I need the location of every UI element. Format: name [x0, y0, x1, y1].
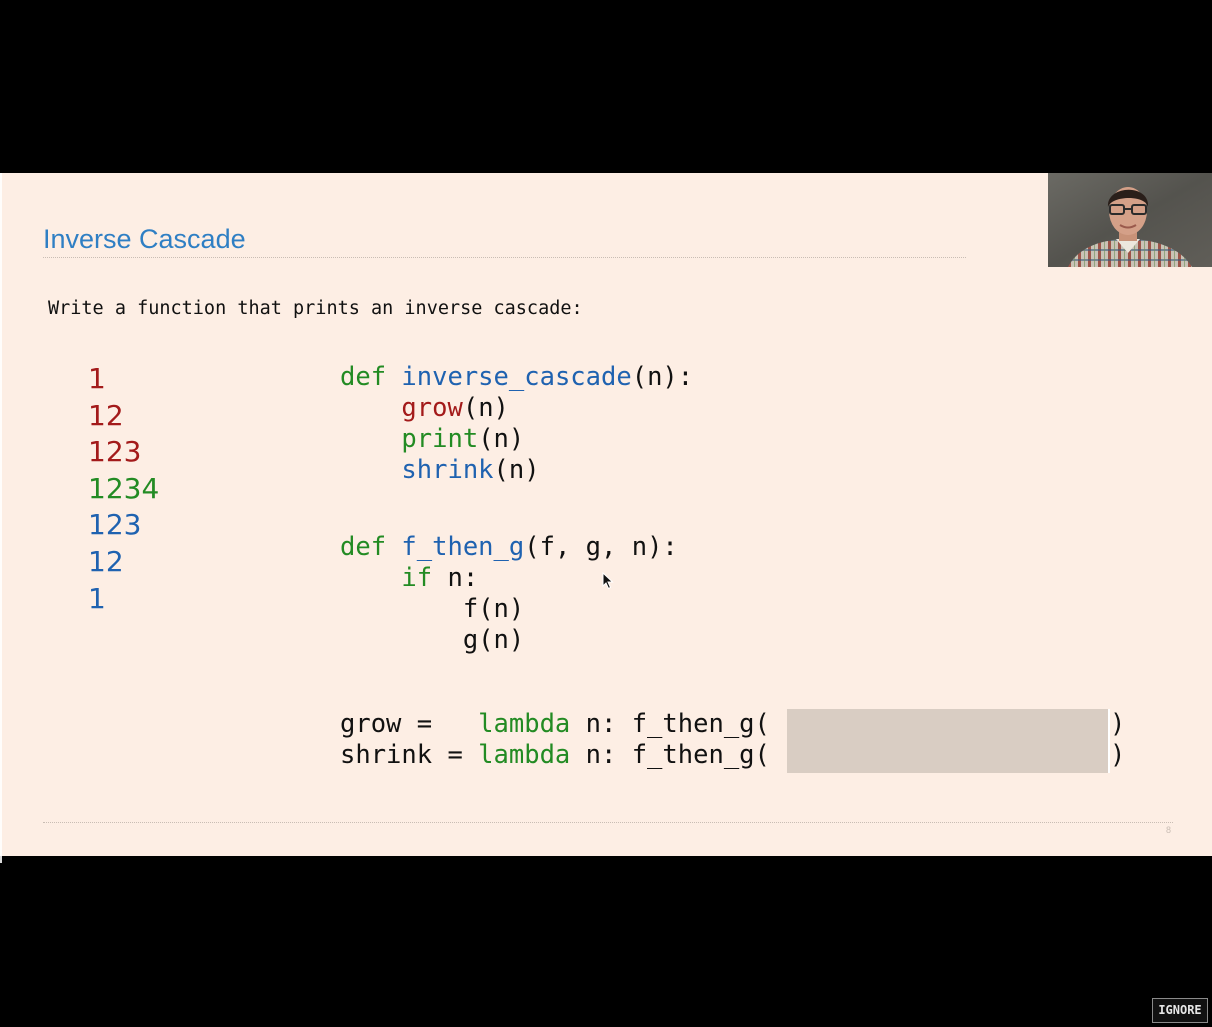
- print-call-line: print(n): [340, 424, 524, 454]
- code-token: (n):: [631, 362, 694, 392]
- code-token: shrink =: [340, 740, 479, 770]
- slide-prompt: Write a function that prints an inverse …: [48, 298, 583, 319]
- cascade-row: 12: [88, 544, 124, 578]
- code-token: n: f_then_g(: [570, 709, 770, 739]
- ignore-button[interactable]: IGNORE: [1152, 998, 1208, 1023]
- mouse-pointer-icon: [602, 572, 614, 590]
- code-token: def: [340, 362, 387, 392]
- code-token: (n): [493, 455, 540, 485]
- code-token: shrink: [401, 455, 494, 485]
- code-token: print: [401, 424, 479, 454]
- code-token: if: [401, 563, 433, 593]
- grow-answer-blank: [787, 709, 1108, 740]
- code-token: n:: [432, 563, 479, 593]
- slide-edge-highlight: [0, 173, 2, 863]
- code-token: grow: [401, 393, 463, 423]
- shrink-closing-paren: ): [1110, 740, 1126, 770]
- code-token: def: [340, 532, 387, 562]
- if-n-line: if n:: [340, 563, 478, 593]
- code-token: grow =: [340, 709, 479, 739]
- cascade-row: 1: [88, 581, 106, 615]
- code-token: n: f_then_g(: [570, 740, 770, 770]
- code-token: (n): [462, 393, 509, 423]
- slide: Inverse Cascade Write a function that pr…: [0, 173, 1212, 856]
- grow-lambda-line: grow = lambda n: f_then_g(: [340, 709, 770, 739]
- code-token: inverse_cascade: [401, 362, 632, 392]
- f-call-line: f(n): [340, 594, 524, 624]
- cascade-row: 123: [88, 508, 142, 542]
- cascade-row: 123: [88, 435, 142, 469]
- title-divider: [43, 257, 966, 258]
- cascade-row: 1: [88, 362, 106, 395]
- f-then-g-def-line: def f_then_g(f, g, n):: [340, 532, 678, 562]
- cascade-output: 1 12 123 1234 123 12 1: [88, 361, 159, 617]
- shrink-call-line: shrink(n): [340, 455, 540, 485]
- code-token: lambda: [478, 740, 571, 770]
- code-token: lambda: [478, 709, 571, 739]
- inverse-cascade-def-line: def inverse_cascade(n):: [340, 362, 693, 392]
- code-token: g(n): [340, 625, 525, 655]
- cascade-row: 1234: [88, 471, 160, 505]
- slide-title: Inverse Cascade: [43, 224, 246, 254]
- code-token: (f, g, n):: [524, 532, 678, 562]
- g-call-line: g(n): [340, 625, 524, 655]
- code-token: (n): [478, 424, 525, 454]
- code-token: f_then_g: [401, 532, 525, 562]
- footer-divider: [43, 822, 1173, 823]
- grow-closing-paren: ): [1110, 709, 1126, 739]
- page-number: 8: [1166, 825, 1172, 835]
- presenter-webcam-icon: [1048, 173, 1212, 267]
- shrink-answer-blank: [787, 740, 1108, 773]
- grow-call-line: grow(n): [340, 393, 509, 423]
- code-token: f(n): [340, 594, 525, 624]
- cascade-row: 12: [88, 398, 124, 432]
- video-frame: Inverse Cascade Write a function that pr…: [0, 0, 1212, 1027]
- shrink-lambda-line: shrink = lambda n: f_then_g(: [340, 740, 770, 770]
